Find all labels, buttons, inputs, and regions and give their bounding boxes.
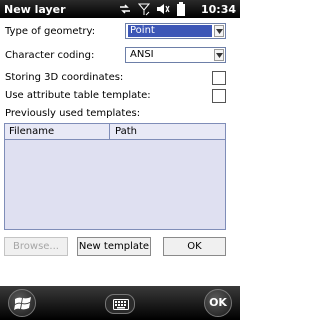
new-template-button[interactable]: New template xyxy=(77,237,151,256)
battery-icon[interactable] xyxy=(176,2,186,16)
geometry-value: Point xyxy=(128,25,212,37)
geometry-select[interactable]: Point xyxy=(125,23,226,39)
title-bar: New layer 10:34 xyxy=(0,0,240,18)
attr-template-checkbox[interactable] xyxy=(212,89,226,103)
network-sync-icon[interactable] xyxy=(118,2,132,16)
column-filename[interactable]: Filename xyxy=(9,126,54,137)
window-title: New layer xyxy=(4,3,66,16)
column-path[interactable]: Path xyxy=(115,126,137,137)
templates-list[interactable]: Filename Path xyxy=(4,123,226,230)
list-header: Filename Path xyxy=(5,124,225,140)
coding-value: ANSI xyxy=(130,49,154,60)
store3d-label: Storing 3D coordinates: xyxy=(5,72,124,83)
templates-label: Previously used templates: xyxy=(5,108,141,119)
coding-label: Character coding: xyxy=(5,50,95,61)
attr-template-label: Use attribute table template: xyxy=(5,90,151,101)
geometry-label: Type of geometry: xyxy=(5,26,96,37)
status-icons xyxy=(118,1,186,17)
coding-select[interactable]: ANSI xyxy=(125,47,226,63)
ok-button[interactable]: OK xyxy=(163,237,226,256)
chevron-down-icon[interactable] xyxy=(214,49,224,61)
windows-start-icon[interactable] xyxy=(8,289,36,317)
signal-icon[interactable] xyxy=(138,2,150,16)
volume-mute-icon[interactable] xyxy=(156,2,170,16)
softkey-ok-button[interactable]: OK xyxy=(204,289,232,317)
chevron-down-icon[interactable] xyxy=(214,25,224,37)
store3d-checkbox[interactable] xyxy=(212,71,226,85)
column-divider[interactable] xyxy=(109,124,110,139)
soft-key-bar: OK xyxy=(0,286,240,320)
browse-button[interactable]: Browse... xyxy=(4,237,68,256)
clock[interactable]: 10:34 xyxy=(201,3,236,16)
keyboard-icon[interactable] xyxy=(105,294,135,314)
